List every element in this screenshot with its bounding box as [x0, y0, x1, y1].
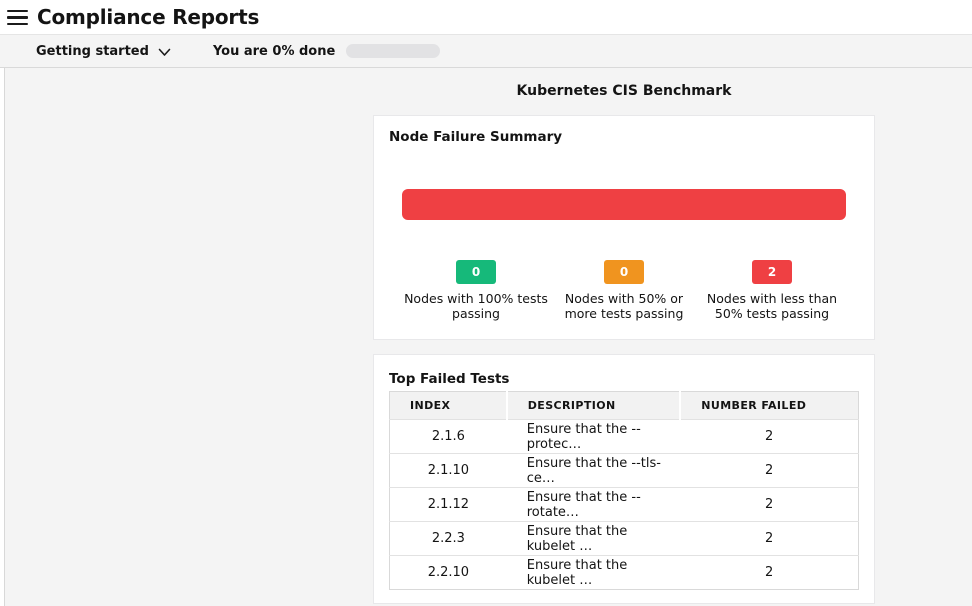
- top-failed-tests-heading: Top Failed Tests: [389, 371, 859, 387]
- test-index: 2.2.10: [390, 556, 507, 590]
- stat-label: Nodes with 100% tests passing: [402, 291, 550, 321]
- test-index: 2.1.12: [390, 488, 507, 522]
- column-header-description: DESCRIPTION: [507, 392, 681, 420]
- stat-label: Nodes with 50% or more tests passing: [550, 291, 698, 321]
- node-stats-row: 0 Nodes with 100% tests passing 0 Nodes …: [402, 260, 846, 321]
- report-title: Kubernetes CIS Benchmark: [373, 83, 875, 99]
- test-description: Ensure that the --rotate…: [507, 488, 681, 522]
- test-number-failed: 2: [680, 454, 858, 488]
- test-description: Ensure that the kubelet …: [507, 522, 681, 556]
- table-row: 2.2.10 Ensure that the kubelet … 2: [390, 556, 859, 590]
- failure-distribution-bar: [402, 189, 846, 220]
- table-row: 2.1.10 Ensure that the --tls-ce… 2: [390, 454, 859, 488]
- stat-badge-green: 0: [456, 260, 496, 284]
- stat-badge-red: 2: [752, 260, 792, 284]
- node-failure-chart: 0 Nodes with 100% tests passing 0 Nodes …: [389, 189, 859, 321]
- hamburger-menu-icon[interactable]: [7, 10, 28, 26]
- stat-nodes-passing-50-or-more: 0 Nodes with 50% or more tests passing: [550, 260, 698, 321]
- column-header-number-failed: NUMBER FAILED: [680, 392, 858, 420]
- stat-nodes-passing-less-50: 2 Nodes with less than 50% tests passing: [698, 260, 846, 321]
- table-row: 2.1.6 Ensure that the --protec… 2: [390, 420, 859, 454]
- test-index: 2.1.10: [390, 454, 507, 488]
- stat-nodes-passing-100: 0 Nodes with 100% tests passing: [402, 260, 550, 321]
- getting-started-bar: Getting started You are 0% done: [0, 34, 972, 68]
- column-header-index: INDEX: [390, 392, 507, 420]
- table-row: 2.1.12 Ensure that the --rotate… 2: [390, 488, 859, 522]
- app-header: Compliance Reports: [0, 0, 972, 34]
- getting-started-dropdown[interactable]: Getting started: [36, 44, 171, 59]
- test-number-failed: 2: [680, 488, 858, 522]
- table-row: 2.2.3 Ensure that the kubelet … 2: [390, 522, 859, 556]
- stat-badge-orange: 0: [604, 260, 644, 284]
- report-column: Kubernetes CIS Benchmark Node Failure Su…: [373, 68, 875, 604]
- node-failure-summary-heading: Node Failure Summary: [389, 129, 859, 145]
- node-failure-summary-card: Node Failure Summary 0 Nodes with 100% t…: [373, 115, 875, 340]
- test-description: Ensure that the --protec…: [507, 420, 681, 454]
- progress-bar: [346, 44, 440, 58]
- top-failed-tests-table: INDEX DESCRIPTION NUMBER FAILED 2.1.6 En…: [389, 391, 859, 590]
- test-description: Ensure that the --tls-ce…: [507, 454, 681, 488]
- test-number-failed: 2: [680, 522, 858, 556]
- top-failed-tests-card: Top Failed Tests INDEX DESCRIPTION NUMBE…: [373, 354, 875, 604]
- test-description: Ensure that the kubelet …: [507, 556, 681, 590]
- test-index: 2.2.3: [390, 522, 507, 556]
- test-index: 2.1.6: [390, 420, 507, 454]
- stat-label: Nodes with less than 50% tests passing: [698, 291, 846, 321]
- chevron-down-icon: [158, 48, 171, 57]
- progress-text: You are 0% done: [213, 44, 335, 59]
- test-number-failed: 2: [680, 420, 858, 454]
- getting-started-label: Getting started: [36, 44, 149, 59]
- page-title: Compliance Reports: [37, 5, 259, 29]
- test-number-failed: 2: [680, 556, 858, 590]
- table-header-row: INDEX DESCRIPTION NUMBER FAILED: [390, 392, 859, 420]
- main-content-panel: Kubernetes CIS Benchmark Node Failure Su…: [4, 68, 972, 606]
